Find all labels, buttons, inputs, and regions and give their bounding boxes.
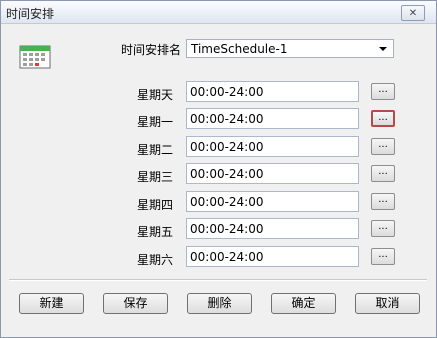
day-time-field-monday[interactable]: 00:00-24:00 xyxy=(186,108,359,129)
title-bar[interactable]: 时间安排 ✕ xyxy=(1,1,436,24)
day-edit-button-tuesday[interactable]: ... xyxy=(371,138,395,155)
day-time-field-wednesday[interactable]: 00:00-24:00 xyxy=(186,163,359,184)
day-edit-button-monday[interactable]: ... xyxy=(371,110,395,127)
day-label-tuesday: 星期二 xyxy=(137,143,174,157)
time-schedule-dialog: 时间安排 ✕ 时间安排名 TimeSchedule-1 星期天 00:00-24… xyxy=(0,0,437,338)
day-edit-button-friday[interactable]: ... xyxy=(371,220,395,237)
cancel-button[interactable]: 取消 xyxy=(355,293,420,314)
day-edit-button-saturday[interactable]: ... xyxy=(371,248,395,265)
day-time-field-thursday[interactable]: 00:00-24:00 xyxy=(186,191,359,212)
calendar-grid-icon xyxy=(19,45,51,69)
new-button[interactable]: 新建 xyxy=(19,293,84,314)
day-edit-button-wednesday[interactable]: ... xyxy=(371,165,395,182)
day-time-field-tuesday[interactable]: 00:00-24:00 xyxy=(186,136,359,157)
close-icon: ✕ xyxy=(408,7,418,19)
day-label-wednesday: 星期三 xyxy=(137,170,174,184)
day-label-friday: 星期五 xyxy=(137,225,174,239)
delete-button[interactable]: 删除 xyxy=(187,293,252,314)
day-edit-button-thursday[interactable]: ... xyxy=(371,193,395,210)
day-label-sunday: 星期天 xyxy=(137,88,174,102)
day-time-field-friday[interactable]: 00:00-24:00 xyxy=(186,218,359,239)
day-edit-button-sunday[interactable]: ... xyxy=(371,83,395,100)
window-title: 时间安排 xyxy=(6,7,55,21)
close-button[interactable]: ✕ xyxy=(401,5,425,21)
day-label-thursday: 星期四 xyxy=(137,198,174,212)
day-label-saturday: 星期六 xyxy=(137,253,174,267)
schedule-name-label: 时间安排名 xyxy=(121,43,182,57)
chevron-down-icon[interactable] xyxy=(379,47,387,51)
schedule-name-select[interactable]: TimeSchedule-1 xyxy=(186,39,394,58)
day-label-monday: 星期一 xyxy=(137,115,174,129)
save-button[interactable]: 保存 xyxy=(103,293,168,314)
divider xyxy=(9,279,427,281)
day-time-field-sunday[interactable]: 00:00-24:00 xyxy=(186,81,359,102)
ok-button[interactable]: 确定 xyxy=(271,293,336,314)
schedule-name-value: TimeSchedule-1 xyxy=(191,42,288,56)
day-time-field-saturday[interactable]: 00:00-24:00 xyxy=(186,246,359,267)
